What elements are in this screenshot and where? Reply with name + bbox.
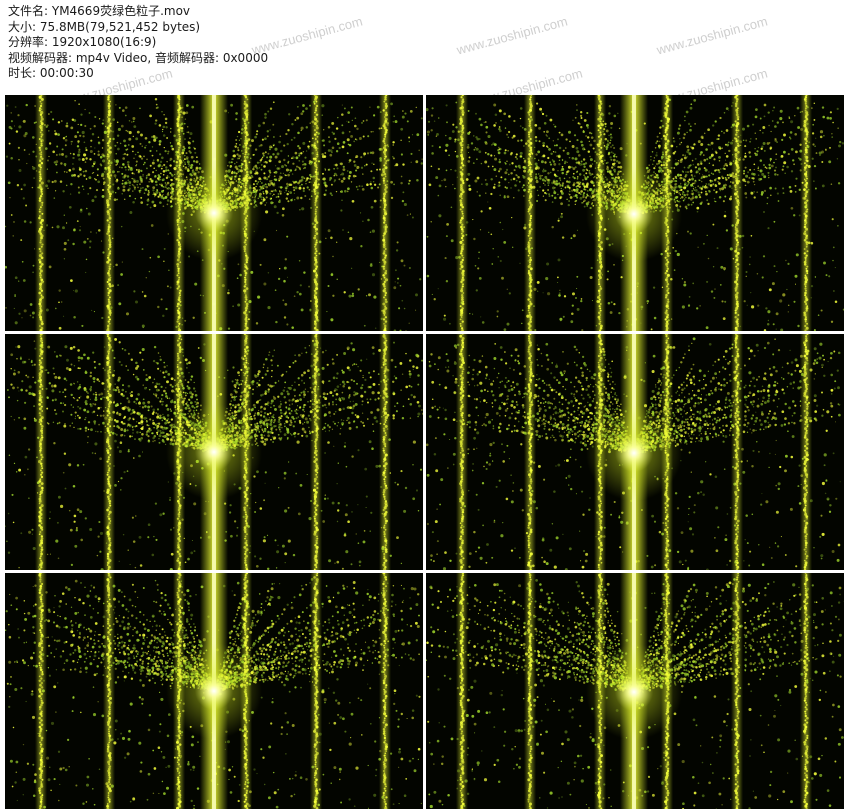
particle-pillar (379, 573, 391, 809)
particle-pillar (35, 334, 47, 570)
particle-pillar (731, 573, 743, 809)
particle-beam-artwork (426, 334, 844, 570)
video-thumbnail[interactable] (5, 573, 423, 809)
light-flare (166, 165, 262, 261)
particle-pillar (35, 573, 47, 809)
particle-pillar (103, 334, 115, 570)
thumbnail-grid (0, 0, 848, 812)
light-flare (586, 644, 682, 740)
particle-pillar (456, 95, 468, 331)
particle-pillar (379, 334, 391, 570)
particle-beam-artwork (5, 334, 423, 570)
particle-beam-artwork (5, 573, 423, 809)
particle-pillar (456, 573, 468, 809)
particle-beam-artwork (5, 95, 423, 331)
particle-pillar (800, 95, 812, 331)
particle-pillar (310, 573, 322, 809)
light-flare (166, 643, 262, 739)
particle-pillar (731, 334, 743, 570)
particle-pillar (524, 95, 536, 331)
particle-pillar (310, 334, 322, 570)
particle-pillar (800, 334, 812, 570)
video-thumbnail[interactable] (5, 95, 423, 331)
particle-pillar (103, 573, 115, 809)
video-thumbnail[interactable] (426, 573, 844, 809)
particle-pillar (35, 95, 47, 331)
light-flare (166, 404, 262, 500)
particle-pillar (524, 573, 536, 809)
particle-pillar (800, 573, 812, 809)
particle-pillar (103, 95, 115, 331)
particle-pillar (379, 95, 391, 331)
particle-pillar (731, 95, 743, 331)
video-thumbnail[interactable] (5, 334, 423, 570)
video-thumbnail[interactable] (426, 95, 844, 331)
particle-pillar (310, 95, 322, 331)
light-flare (586, 405, 682, 501)
particle-beam-artwork (426, 573, 844, 809)
particle-pillar (456, 334, 468, 570)
light-flare (586, 166, 682, 262)
video-thumbnail[interactable] (426, 334, 844, 570)
particle-beam-artwork (426, 95, 844, 331)
particle-pillar (524, 334, 536, 570)
